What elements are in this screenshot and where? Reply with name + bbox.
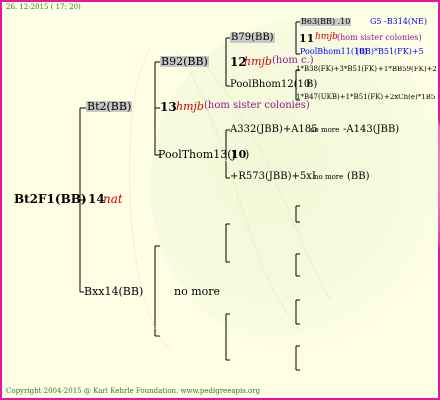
gen3-father-name: B79(BB) — [230, 32, 275, 43]
gen1-father-extra: (hom sister colonies) — [204, 100, 310, 111]
site-link[interactable]: www.pedigreeapis.org — [181, 387, 261, 395]
copyright-text: Copyright 2004-2015 @ Karl Kehrle Founda… — [6, 387, 179, 395]
gen4-b79-father: B63(BB) .10 — [300, 17, 352, 26]
root-note: nat — [103, 192, 123, 206]
gen4-pool-mother-over: +2xCh(e)*1B5 — [384, 94, 436, 101]
gen3-mother-suffix: B) — [306, 79, 318, 90]
thom-father-small: no more — [310, 126, 340, 134]
thom-father-name: A332(JBB)+A185 — [230, 124, 318, 135]
thom-father-rest: -A143(JBB) — [343, 124, 400, 135]
gen1-father-note: hmjb — [176, 100, 204, 113]
gen1-mother-name: Bxx14(BB) — [84, 285, 144, 298]
gen4-b79-mother-over: (BB)*B51(FK)+5 — [356, 47, 424, 56]
gen3-father-extra: (hom sister colonies) — [337, 33, 422, 42]
thom-mother-small: no more — [314, 173, 344, 181]
gen1-father-number: 13 — [160, 100, 177, 114]
thom-mother-rest: (BB) — [347, 171, 370, 182]
gen3-father-number: 11 — [299, 32, 315, 45]
gen4-pool-father: 1*B38(FK)+3*B51(FK) — [296, 65, 377, 73]
gen1-father-name: Bt2(BB) — [86, 100, 133, 113]
date-stamp: 26. 12-2015 ( 17: 20) — [6, 3, 81, 11]
gen1-mother-note: no more — [174, 285, 221, 298]
gen4-b79-right: G5 -B314(NE) — [370, 17, 427, 26]
gen2-father-note: hmjb — [244, 55, 272, 68]
root-name: Bt2F1(BB) — [14, 192, 87, 206]
gen4-pool-mother: 1*B47(UKB)+1*B51(FK) — [296, 93, 384, 101]
copyright: Copyright 2004-2015 @ Karl Kehrle Founda… — [6, 388, 260, 395]
gen2-mother-suffix: ) — [245, 148, 250, 161]
thom-mother-name: +R573(JBB)+5xI — [230, 171, 316, 182]
gen2-father-name: B92(BB) — [160, 55, 209, 68]
gen2-mother-name: PoolThom13(J — [158, 148, 236, 161]
gen4-pool-father-over: +1*BB59(FK)+2*B65(F — [378, 66, 436, 73]
gen3-father-note: hmjb — [315, 32, 338, 42]
gen3-mother-name: PoolBhom12(10 — [230, 79, 311, 90]
